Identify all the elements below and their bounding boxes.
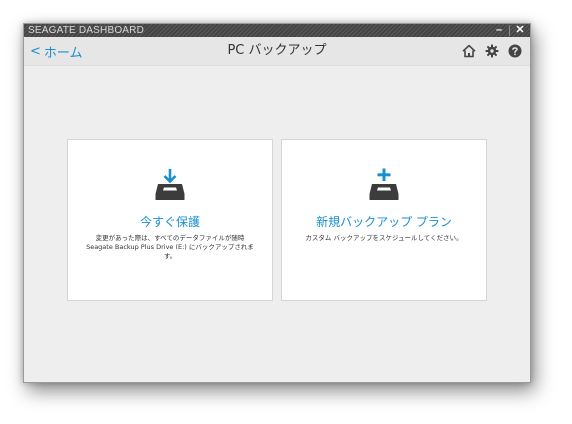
new-backup-plan-title: 新規バックアップ プラン xyxy=(316,215,452,229)
header-icon-group xyxy=(462,37,522,65)
app-title: SEAGATE DASHBOARD xyxy=(28,25,145,36)
download-tray-icon xyxy=(68,168,272,204)
home-icon[interactable] xyxy=(462,44,476,58)
gear-icon[interactable] xyxy=(485,44,499,58)
new-backup-plan-card[interactable]: 新規バックアップ プラン カスタム バックアップをスケジュールしてください。 xyxy=(281,139,487,301)
protect-now-title: 今すぐ保護 xyxy=(139,215,200,229)
new-backup-plan-description: カスタム バックアップをスケジュールしてください。 xyxy=(305,234,463,242)
close-button[interactable]: ✕ xyxy=(512,24,528,37)
window-controls-divider xyxy=(509,25,510,36)
protect-now-description: 変更があった際は、すべてのデータファイルが随時 Seagate Backup P… xyxy=(86,234,254,260)
window-controls: – ✕ xyxy=(491,24,528,37)
backup-options: 今すぐ保護 変更があった際は、すべてのデータファイルが随時 Seagate Ba… xyxy=(67,139,487,301)
help-icon[interactable] xyxy=(508,44,522,58)
minimize-button[interactable]: – xyxy=(491,24,507,37)
app-window: SEAGATE DASHBOARD – ✕ < ホーム PC バックアップ 今す… xyxy=(23,23,531,383)
page-title: PC バックアップ xyxy=(227,43,327,58)
page-header: < ホーム PC バックアップ xyxy=(24,37,530,66)
add-tray-icon xyxy=(282,168,486,204)
protect-now-card[interactable]: 今すぐ保護 変更があった際は、すべてのデータファイルが随時 Seagate Ba… xyxy=(67,139,273,301)
title-bar[interactable]: SEAGATE DASHBOARD – ✕ xyxy=(24,24,530,37)
screenshot-stage: SEAGATE DASHBOARD – ✕ < ホーム PC バックアップ 今す… xyxy=(0,0,572,424)
